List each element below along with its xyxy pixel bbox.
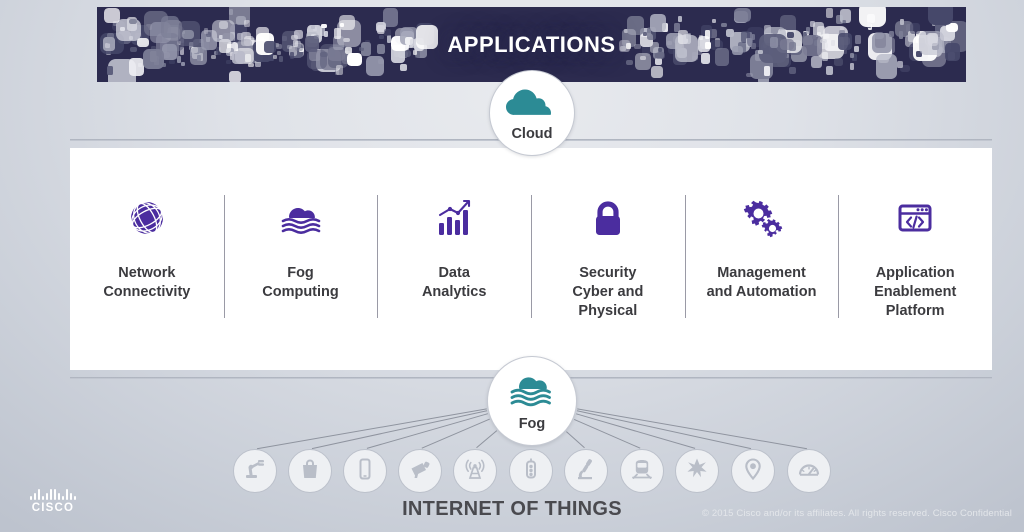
cisco-logo-bar <box>54 489 56 500</box>
cisco-logo-bar <box>42 496 44 500</box>
iot-thing-mobile-phone[interactable] <box>343 449 387 493</box>
fog-connector-line <box>574 418 641 449</box>
iot-thing-cell-tower[interactable] <box>453 449 497 493</box>
shopping-bag-icon <box>298 457 322 486</box>
robot-arm-icon <box>243 457 267 486</box>
fog-node-label: Fog <box>518 416 546 432</box>
cisco-logo-bar <box>66 489 68 500</box>
train-icon <box>630 457 654 486</box>
sensor-battery-icon <box>519 457 543 486</box>
star-burst-icon <box>685 457 709 486</box>
cisco-wordmark: CISCO <box>31 502 75 514</box>
cisco-logo-bar <box>38 489 40 500</box>
iot-thing-microscope[interactable] <box>564 449 608 493</box>
fog-connector-line <box>421 418 490 449</box>
iot-thing-shopping-bag[interactable] <box>288 449 332 493</box>
fog-node[interactable]: Fog <box>487 356 577 446</box>
cisco-logo-bar <box>70 493 72 500</box>
mobile-phone-icon <box>353 457 377 486</box>
cloud-node[interactable]: Cloud <box>489 70 575 156</box>
cisco-logo: CISCO <box>22 489 84 514</box>
iot-thing-robot-arm[interactable] <box>233 449 277 493</box>
iot-thing-train[interactable] <box>620 449 664 493</box>
cisco-logo-bar <box>74 496 76 500</box>
iot-thing-gauge[interactable] <box>787 449 831 493</box>
cloud-node-label: Cloud <box>511 125 553 142</box>
iot-thing-sensor-battery[interactable] <box>509 449 553 493</box>
fog-connector-line <box>311 410 488 450</box>
cisco-logo-bar <box>58 493 60 500</box>
cell-tower-icon <box>463 457 487 486</box>
cisco-logo-bar <box>34 493 36 500</box>
location-pin-icon <box>741 457 765 486</box>
fog-connector-line <box>566 431 585 449</box>
security-camera-icon <box>408 457 432 486</box>
microscope-icon <box>574 457 598 486</box>
fog-connector-line <box>576 410 752 450</box>
cisco-logo-bar <box>30 496 32 500</box>
iot-thing-security-camera[interactable] <box>398 449 442 493</box>
cisco-logo-bar <box>46 493 48 500</box>
gauge-icon <box>797 457 821 486</box>
cisco-logo-bar <box>50 489 52 500</box>
fog-cloud-icon <box>503 370 561 413</box>
iot-thing-star-burst[interactable] <box>675 449 719 493</box>
iot-thing-location-pin[interactable] <box>731 449 775 493</box>
fog-connector-line <box>577 408 808 450</box>
fog-connector-line <box>256 408 487 450</box>
cisco-logo-bar <box>62 496 64 500</box>
cloud-icon <box>504 85 560 124</box>
fog-connector-line <box>476 430 498 449</box>
cisco-bridge-icon <box>22 489 84 500</box>
